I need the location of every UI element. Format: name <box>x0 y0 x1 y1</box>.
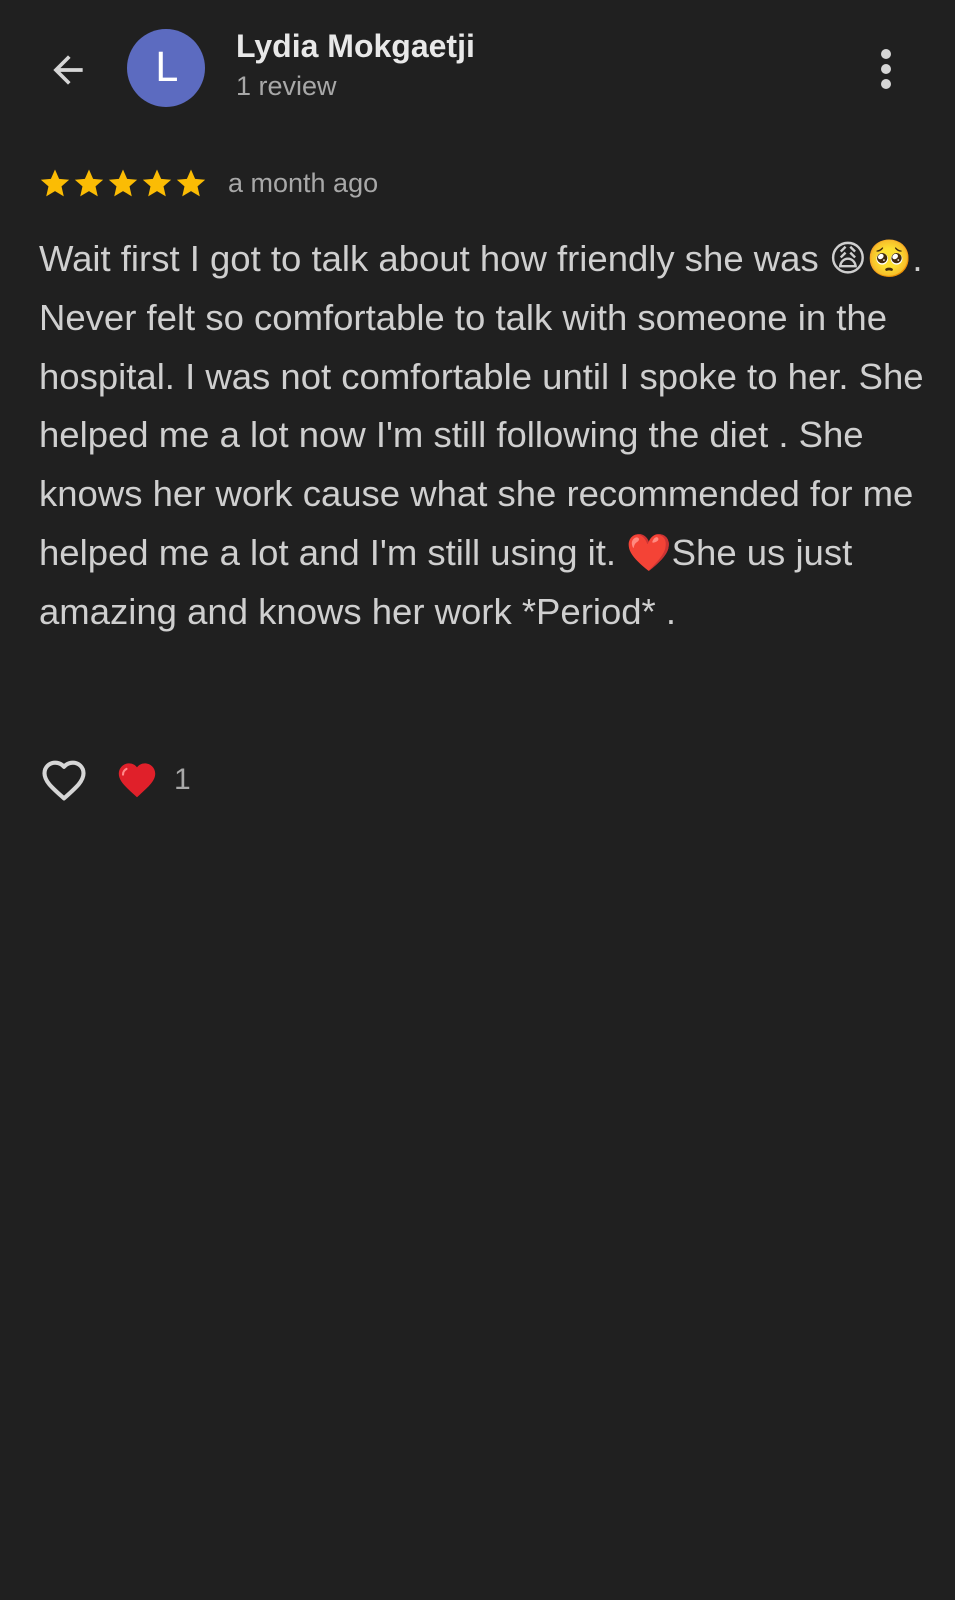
reaction-summary[interactable]: 1 <box>114 757 191 803</box>
emoji-red-heart: ❤️ <box>626 531 672 573</box>
like-button[interactable] <box>36 752 92 808</box>
review-text-part2: . Never felt so comfortable to talk with… <box>39 238 924 573</box>
back-button[interactable] <box>40 42 96 98</box>
avatar[interactable]: L <box>127 29 205 107</box>
avatar-letter: L <box>154 45 178 91</box>
reviewer-name[interactable]: Lydia Mokgaetji <box>236 28 475 65</box>
star-icon <box>74 169 104 197</box>
star-icon <box>176 169 206 197</box>
star-rating <box>38 166 208 200</box>
emoji-weary-pleading: 😩🥺 <box>828 238 913 279</box>
star-icon <box>108 169 138 197</box>
red-heart-icon <box>118 763 156 798</box>
heart-outline-icon <box>42 760 86 801</box>
review-actions: 1 <box>36 752 191 808</box>
star-icon <box>142 169 172 197</box>
arrow-back-icon <box>53 55 83 85</box>
more-vertical-icon <box>881 49 891 89</box>
review-text-part1: Wait first I got to talk about how frien… <box>39 238 829 279</box>
review-text: Wait first I got to talk about how frien… <box>39 230 924 642</box>
review-time: a month ago <box>228 167 379 198</box>
reviewer-review-count: 1 review <box>236 71 337 101</box>
rating-row: a month ago <box>38 164 378 202</box>
reaction-count: 1 <box>174 763 191 796</box>
star-icon <box>40 169 70 197</box>
more-options-button[interactable] <box>862 42 910 96</box>
review-header: L Lydia Mokgaetji 1 review <box>0 0 955 130</box>
